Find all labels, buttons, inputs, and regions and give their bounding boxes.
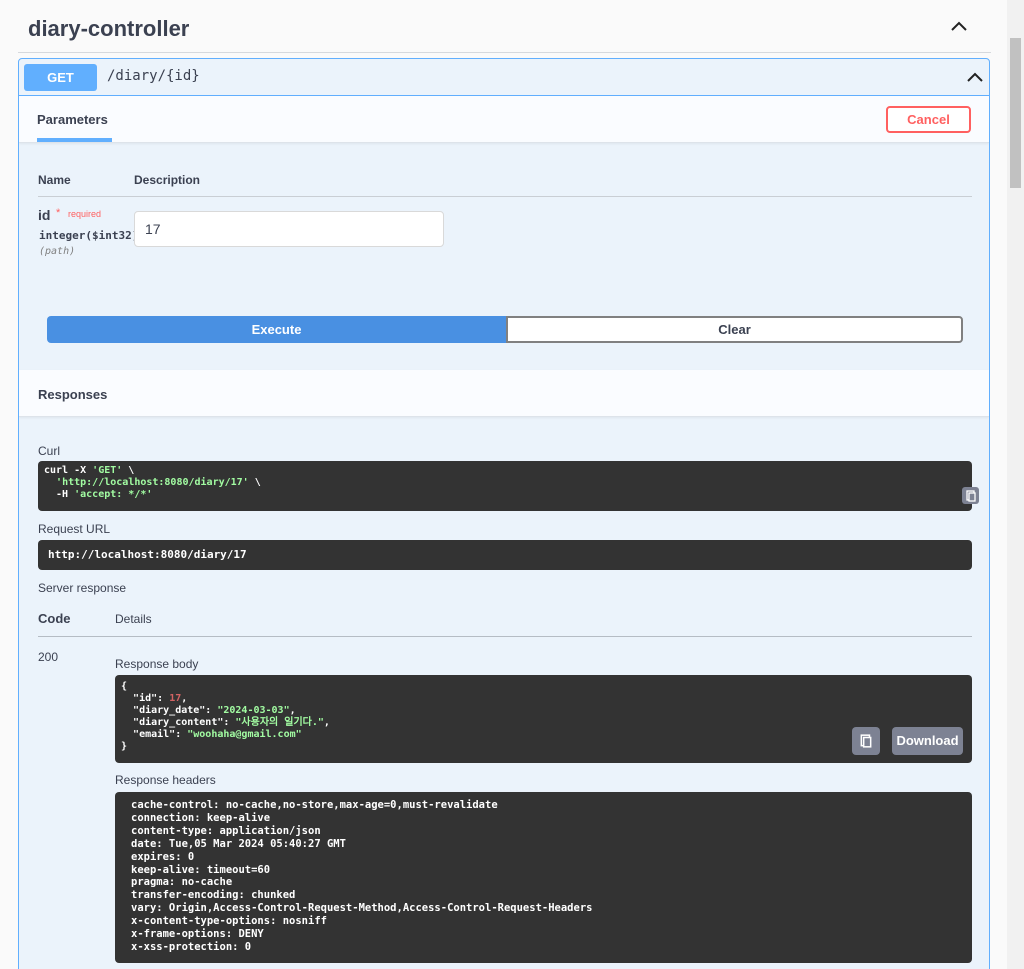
responses-title: Responses	[38, 387, 108, 402]
response-headers-label: Response headers	[115, 773, 216, 787]
required-label: required	[68, 209, 102, 219]
status-code: 200	[38, 650, 59, 664]
tab-underline	[37, 138, 112, 142]
param-type: integer($int32)	[39, 229, 139, 242]
header-line: date: Tue,05 Mar 2024 05:40:27 GMT	[131, 837, 346, 850]
header-line: x-frame-options: DENY	[131, 928, 264, 941]
request-url[interactable]: http://localhost:8080/diary/17	[38, 540, 972, 570]
divider	[38, 636, 972, 637]
response-body-label: Response body	[115, 657, 199, 671]
header-line: content-type: application/json	[131, 824, 321, 837]
column-header-name: Name	[38, 173, 71, 187]
header-line: transfer-encoding: chunked	[131, 889, 296, 902]
header-line: keep-alive: timeout=60	[131, 863, 271, 876]
cancel-button[interactable]: Cancel	[886, 106, 971, 133]
json-value: 17	[169, 693, 182, 704]
curl-cmd: curl -X	[44, 465, 93, 476]
divider	[38, 196, 972, 197]
response-body[interactable]: { "id": 17, "diary_date": "2024-03-03", …	[115, 675, 972, 763]
header-line: cache-control: no-cache,no-store,max-age…	[131, 799, 498, 811]
download-button[interactable]: Download	[892, 727, 963, 755]
curl-code[interactable]: curl -X 'GET' \ 'http://localhost:8080/d…	[38, 461, 979, 511]
json-value: "2024-03-03"	[217, 705, 290, 716]
curl-continuation: \	[248, 477, 261, 488]
param-location: (path)	[39, 246, 76, 257]
curl-flag: -H	[44, 489, 75, 500]
method-badge: GET	[24, 64, 97, 91]
scrollbar[interactable]	[1007, 0, 1024, 969]
operation-block: GET /diary/{id} Parameters Cancel Name D…	[18, 58, 990, 969]
tag-header[interactable]: diary-controller	[18, 0, 991, 53]
header-line: x-xss-protection: 0	[131, 940, 252, 953]
json-key: "diary_content"	[133, 717, 224, 728]
operation-summary[interactable]: GET /diary/{id}	[19, 59, 989, 96]
execute-wrapper: Execute Clear	[47, 316, 963, 343]
tag-title: diary-controller	[28, 16, 190, 41]
header-line: x-content-type-options: nosniff	[131, 915, 327, 928]
response-headers[interactable]: cache-control: no-cache,no-store,max-age…	[115, 792, 972, 963]
header-line: pragma: no-cache	[131, 876, 233, 889]
json-key: "email"	[133, 729, 176, 740]
header-line: connection: keep-alive	[131, 811, 271, 824]
clear-button[interactable]: Clear	[506, 316, 963, 343]
copy-icon[interactable]	[962, 487, 979, 504]
code-column-header: Code	[38, 611, 71, 626]
required-star: *	[56, 207, 61, 219]
id-input[interactable]	[134, 211, 444, 247]
chevron-up-icon[interactable]	[949, 17, 969, 37]
parameters-header: Parameters Cancel	[19, 96, 989, 143]
curl-header: 'accept: */*'	[74, 489, 153, 500]
json-value: "사용자의 일기다."	[235, 717, 324, 728]
param-name: id	[38, 207, 51, 223]
curl-url: 'http://localhost:8080/diary/17'	[56, 477, 249, 488]
server-response-label: Server response	[38, 581, 127, 595]
curl-method: 'GET'	[92, 465, 123, 476]
json-key: "id"	[133, 693, 158, 704]
header-line: vary: Origin,Access-Control-Request-Meth…	[131, 902, 593, 915]
header-line: expires: 0	[131, 850, 195, 863]
operation-path: /diary/{id}	[107, 68, 200, 84]
tab-parameters[interactable]: Parameters	[37, 112, 108, 127]
scrollbar-thumb[interactable]	[1010, 38, 1021, 188]
details-column-header: Details	[115, 612, 152, 626]
curl-label: Curl	[38, 444, 61, 458]
chevron-up-icon[interactable]	[965, 68, 985, 88]
copy-icon[interactable]	[852, 727, 880, 755]
column-header-description: Description	[134, 173, 201, 187]
json-value: "woohaha@gmail.com"	[187, 729, 302, 740]
curl-continuation: \	[122, 465, 135, 476]
responses-header: Responses	[19, 370, 989, 417]
request-url-label: Request URL	[38, 522, 111, 536]
json-key: "diary_date"	[133, 705, 206, 716]
execute-button[interactable]: Execute	[47, 316, 506, 343]
